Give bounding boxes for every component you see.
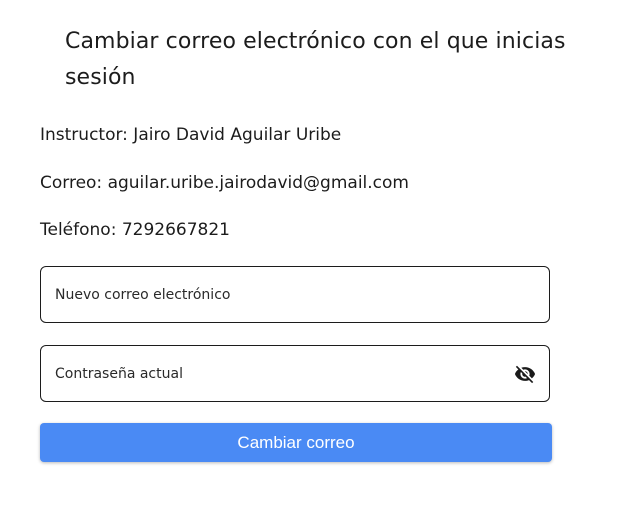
eye-off-icon[interactable] [513,362,537,386]
current-password-field[interactable]: Contraseña actual [40,345,550,402]
instructor-info: Instructor: Jairo David Aguilar Uribe [40,125,342,145]
current-password-label: Contraseña actual [55,365,183,382]
new-email-field[interactable]: Nuevo correo electrónico [40,266,550,323]
page-title: Cambiar correo electrónico con el que in… [65,29,566,90]
current-email-info: Correo: aguilar.uribe.jairodavid@gmail.c… [40,173,409,193]
phone-info: Teléfono: 7292667821 [40,220,230,240]
new-email-label: Nuevo correo electrónico [55,286,231,303]
change-email-button[interactable]: Cambiar correo [40,423,552,462]
